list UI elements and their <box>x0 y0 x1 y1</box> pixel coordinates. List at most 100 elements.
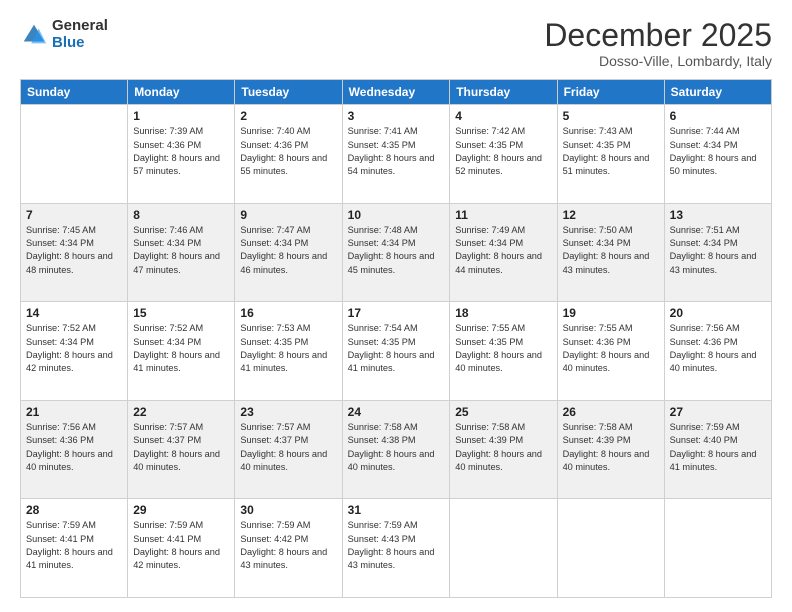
day-info: Sunrise: 7:58 AMSunset: 4:39 PMDaylight:… <box>563 421 659 474</box>
day-info: Sunrise: 7:45 AMSunset: 4:34 PMDaylight:… <box>26 224 122 277</box>
day-info: Sunrise: 7:52 AMSunset: 4:34 PMDaylight:… <box>133 322 229 375</box>
day-number: 17 <box>348 306 445 320</box>
logo-blue: Blue <box>52 35 108 52</box>
table-cell: 6 Sunrise: 7:44 AMSunset: 4:34 PMDaylight… <box>664 105 771 204</box>
page: General Blue December 2025 Dosso-Ville, … <box>0 0 792 612</box>
table-cell: 20Sunrise: 7:56 AMSunset: 4:36 PMDayligh… <box>664 302 771 401</box>
table-cell: 22Sunrise: 7:57 AMSunset: 4:37 PMDayligh… <box>128 400 235 499</box>
logo-icon <box>20 21 48 49</box>
day-number: 5 <box>563 109 659 123</box>
day-info: Sunrise: 7:59 AMSunset: 4:41 PMDaylight:… <box>133 519 229 572</box>
day-info: Sunrise: 7:40 AMSunset: 4:36 PMDaylight:… <box>240 125 336 178</box>
day-info: Sunrise: 7:49 AMSunset: 4:34 PMDaylight:… <box>455 224 551 277</box>
table-cell: 24 Sunrise: 7:58 AMSunset: 4:38 PMDayligh… <box>342 400 450 499</box>
day-number: 12 <box>563 208 659 222</box>
table-cell: 3Sunrise: 7:41 AMSunset: 4:35 PMDaylight… <box>342 105 450 204</box>
day-number: 21 <box>26 405 122 419</box>
logo-general: General <box>52 18 108 35</box>
day-number: 7 <box>26 208 122 222</box>
header-saturday: Saturday <box>664 80 771 105</box>
day-info: Sunrise: 7:46 AMSunset: 4:34 PMDaylight:… <box>133 224 229 277</box>
header-row: Sunday Monday Tuesday Wednesday Thursday… <box>21 80 772 105</box>
table-row: 28 Sunrise: 7:59 AMSunset: 4:41 PMDayligh… <box>21 499 772 598</box>
table-row: 14 Sunrise: 7:52 AMSunset: 4:34 PMDayligh… <box>21 302 772 401</box>
table-cell: 4Sunrise: 7:42 AMSunset: 4:35 PMDaylight… <box>450 105 557 204</box>
day-number: 25 <box>455 405 551 419</box>
day-info: Sunrise: 7:43 AMSunset: 4:35 PMDaylight:… <box>563 125 659 178</box>
table-cell: 11 Sunrise: 7:49 AMSunset: 4:34 PMDayligh… <box>450 203 557 302</box>
day-number: 27 <box>670 405 766 419</box>
header-sunday: Sunday <box>21 80 128 105</box>
logo-text: General Blue <box>52 18 108 51</box>
table-cell <box>450 499 557 598</box>
table-cell: 1 Sunrise: 7:39 AMSunset: 4:36 PMDaylight… <box>128 105 235 204</box>
table-cell <box>557 499 664 598</box>
table-row: 1 Sunrise: 7:39 AMSunset: 4:36 PMDaylight… <box>21 105 772 204</box>
title-location: Dosso-Ville, Lombardy, Italy <box>544 53 772 69</box>
table-cell: 18 Sunrise: 7:55 AMSunset: 4:35 PMDayligh… <box>450 302 557 401</box>
table-cell: 2 Sunrise: 7:40 AMSunset: 4:36 PMDaylight… <box>235 105 342 204</box>
table-cell: 23 Sunrise: 7:57 AMSunset: 4:37 PMDayligh… <box>235 400 342 499</box>
header-thursday: Thursday <box>450 80 557 105</box>
table-cell <box>21 105 128 204</box>
table-cell: 8 Sunrise: 7:46 AMSunset: 4:34 PMDaylight… <box>128 203 235 302</box>
day-number: 2 <box>240 109 336 123</box>
day-number: 31 <box>348 503 445 517</box>
day-info: Sunrise: 7:59 AMSunset: 4:42 PMDaylight:… <box>240 519 336 572</box>
logo: General Blue <box>20 18 108 51</box>
day-info: Sunrise: 7:59 AMSunset: 4:41 PMDaylight:… <box>26 519 122 572</box>
table-cell: 9 Sunrise: 7:47 AMSunset: 4:34 PMDaylight… <box>235 203 342 302</box>
day-info: Sunrise: 7:42 AMSunset: 4:35 PMDaylight:… <box>455 125 551 178</box>
table-cell: 26Sunrise: 7:58 AMSunset: 4:39 PMDayligh… <box>557 400 664 499</box>
day-info: Sunrise: 7:57 AMSunset: 4:37 PMDaylight:… <box>240 421 336 474</box>
day-number: 16 <box>240 306 336 320</box>
day-info: Sunrise: 7:51 AMSunset: 4:34 PMDaylight:… <box>670 224 766 277</box>
table-cell: 12 Sunrise: 7:50 AMSunset: 4:34 PMDayligh… <box>557 203 664 302</box>
day-info: Sunrise: 7:55 AMSunset: 4:35 PMDaylight:… <box>455 322 551 375</box>
day-number: 28 <box>26 503 122 517</box>
day-number: 15 <box>133 306 229 320</box>
day-number: 22 <box>133 405 229 419</box>
calendar-table: Sunday Monday Tuesday Wednesday Thursday… <box>20 79 772 598</box>
header-wednesday: Wednesday <box>342 80 450 105</box>
day-info: Sunrise: 7:56 AMSunset: 4:36 PMDaylight:… <box>670 322 766 375</box>
day-info: Sunrise: 7:44 AMSunset: 4:34 PMDaylight:… <box>670 125 766 178</box>
day-number: 14 <box>26 306 122 320</box>
day-info: Sunrise: 7:54 AMSunset: 4:35 PMDaylight:… <box>348 322 445 375</box>
table-row: 21 Sunrise: 7:56 AMSunset: 4:36 PMDayligh… <box>21 400 772 499</box>
day-number: 18 <box>455 306 551 320</box>
header: General Blue December 2025 Dosso-Ville, … <box>20 18 772 69</box>
table-cell: 10Sunrise: 7:48 AMSunset: 4:34 PMDayligh… <box>342 203 450 302</box>
day-number: 24 <box>348 405 445 419</box>
table-cell: 27 Sunrise: 7:59 AMSunset: 4:40 PMDayligh… <box>664 400 771 499</box>
day-number: 29 <box>133 503 229 517</box>
day-number: 3 <box>348 109 445 123</box>
header-monday: Monday <box>128 80 235 105</box>
table-cell: 14Sunrise: 7:52 AMSunset: 4:34 PMDayligh… <box>21 302 128 401</box>
day-number: 6 <box>670 109 766 123</box>
day-info: Sunrise: 7:39 AMSunset: 4:36 PMDaylight:… <box>133 125 229 178</box>
header-friday: Friday <box>557 80 664 105</box>
day-info: Sunrise: 7:50 AMSunset: 4:34 PMDaylight:… <box>563 224 659 277</box>
table-cell: 7 Sunrise: 7:45 AMSunset: 4:34 PMDaylight… <box>21 203 128 302</box>
table-cell: 5 Sunrise: 7:43 AMSunset: 4:35 PMDaylight… <box>557 105 664 204</box>
day-info: Sunrise: 7:59 AMSunset: 4:43 PMDaylight:… <box>348 519 445 572</box>
day-info: Sunrise: 7:58 AMSunset: 4:38 PMDaylight:… <box>348 421 445 474</box>
day-number: 9 <box>240 208 336 222</box>
day-number: 13 <box>670 208 766 222</box>
day-info: Sunrise: 7:47 AMSunset: 4:34 PMDaylight:… <box>240 224 336 277</box>
day-number: 11 <box>455 208 551 222</box>
day-number: 23 <box>240 405 336 419</box>
day-number: 8 <box>133 208 229 222</box>
table-cell: 21 Sunrise: 7:56 AMSunset: 4:36 PMDayligh… <box>21 400 128 499</box>
day-info: Sunrise: 7:59 AMSunset: 4:40 PMDaylight:… <box>670 421 766 474</box>
day-info: Sunrise: 7:56 AMSunset: 4:36 PMDaylight:… <box>26 421 122 474</box>
day-info: Sunrise: 7:58 AMSunset: 4:39 PMDaylight:… <box>455 421 551 474</box>
day-info: Sunrise: 7:55 AMSunset: 4:36 PMDaylight:… <box>563 322 659 375</box>
title-month: December 2025 <box>544 18 772 53</box>
table-row: 7 Sunrise: 7:45 AMSunset: 4:34 PMDaylight… <box>21 203 772 302</box>
day-number: 1 <box>133 109 229 123</box>
table-cell: 25 Sunrise: 7:58 AMSunset: 4:39 PMDayligh… <box>450 400 557 499</box>
table-cell: 17 Sunrise: 7:54 AMSunset: 4:35 PMDayligh… <box>342 302 450 401</box>
table-cell: 30Sunrise: 7:59 AMSunset: 4:42 PMDayligh… <box>235 499 342 598</box>
